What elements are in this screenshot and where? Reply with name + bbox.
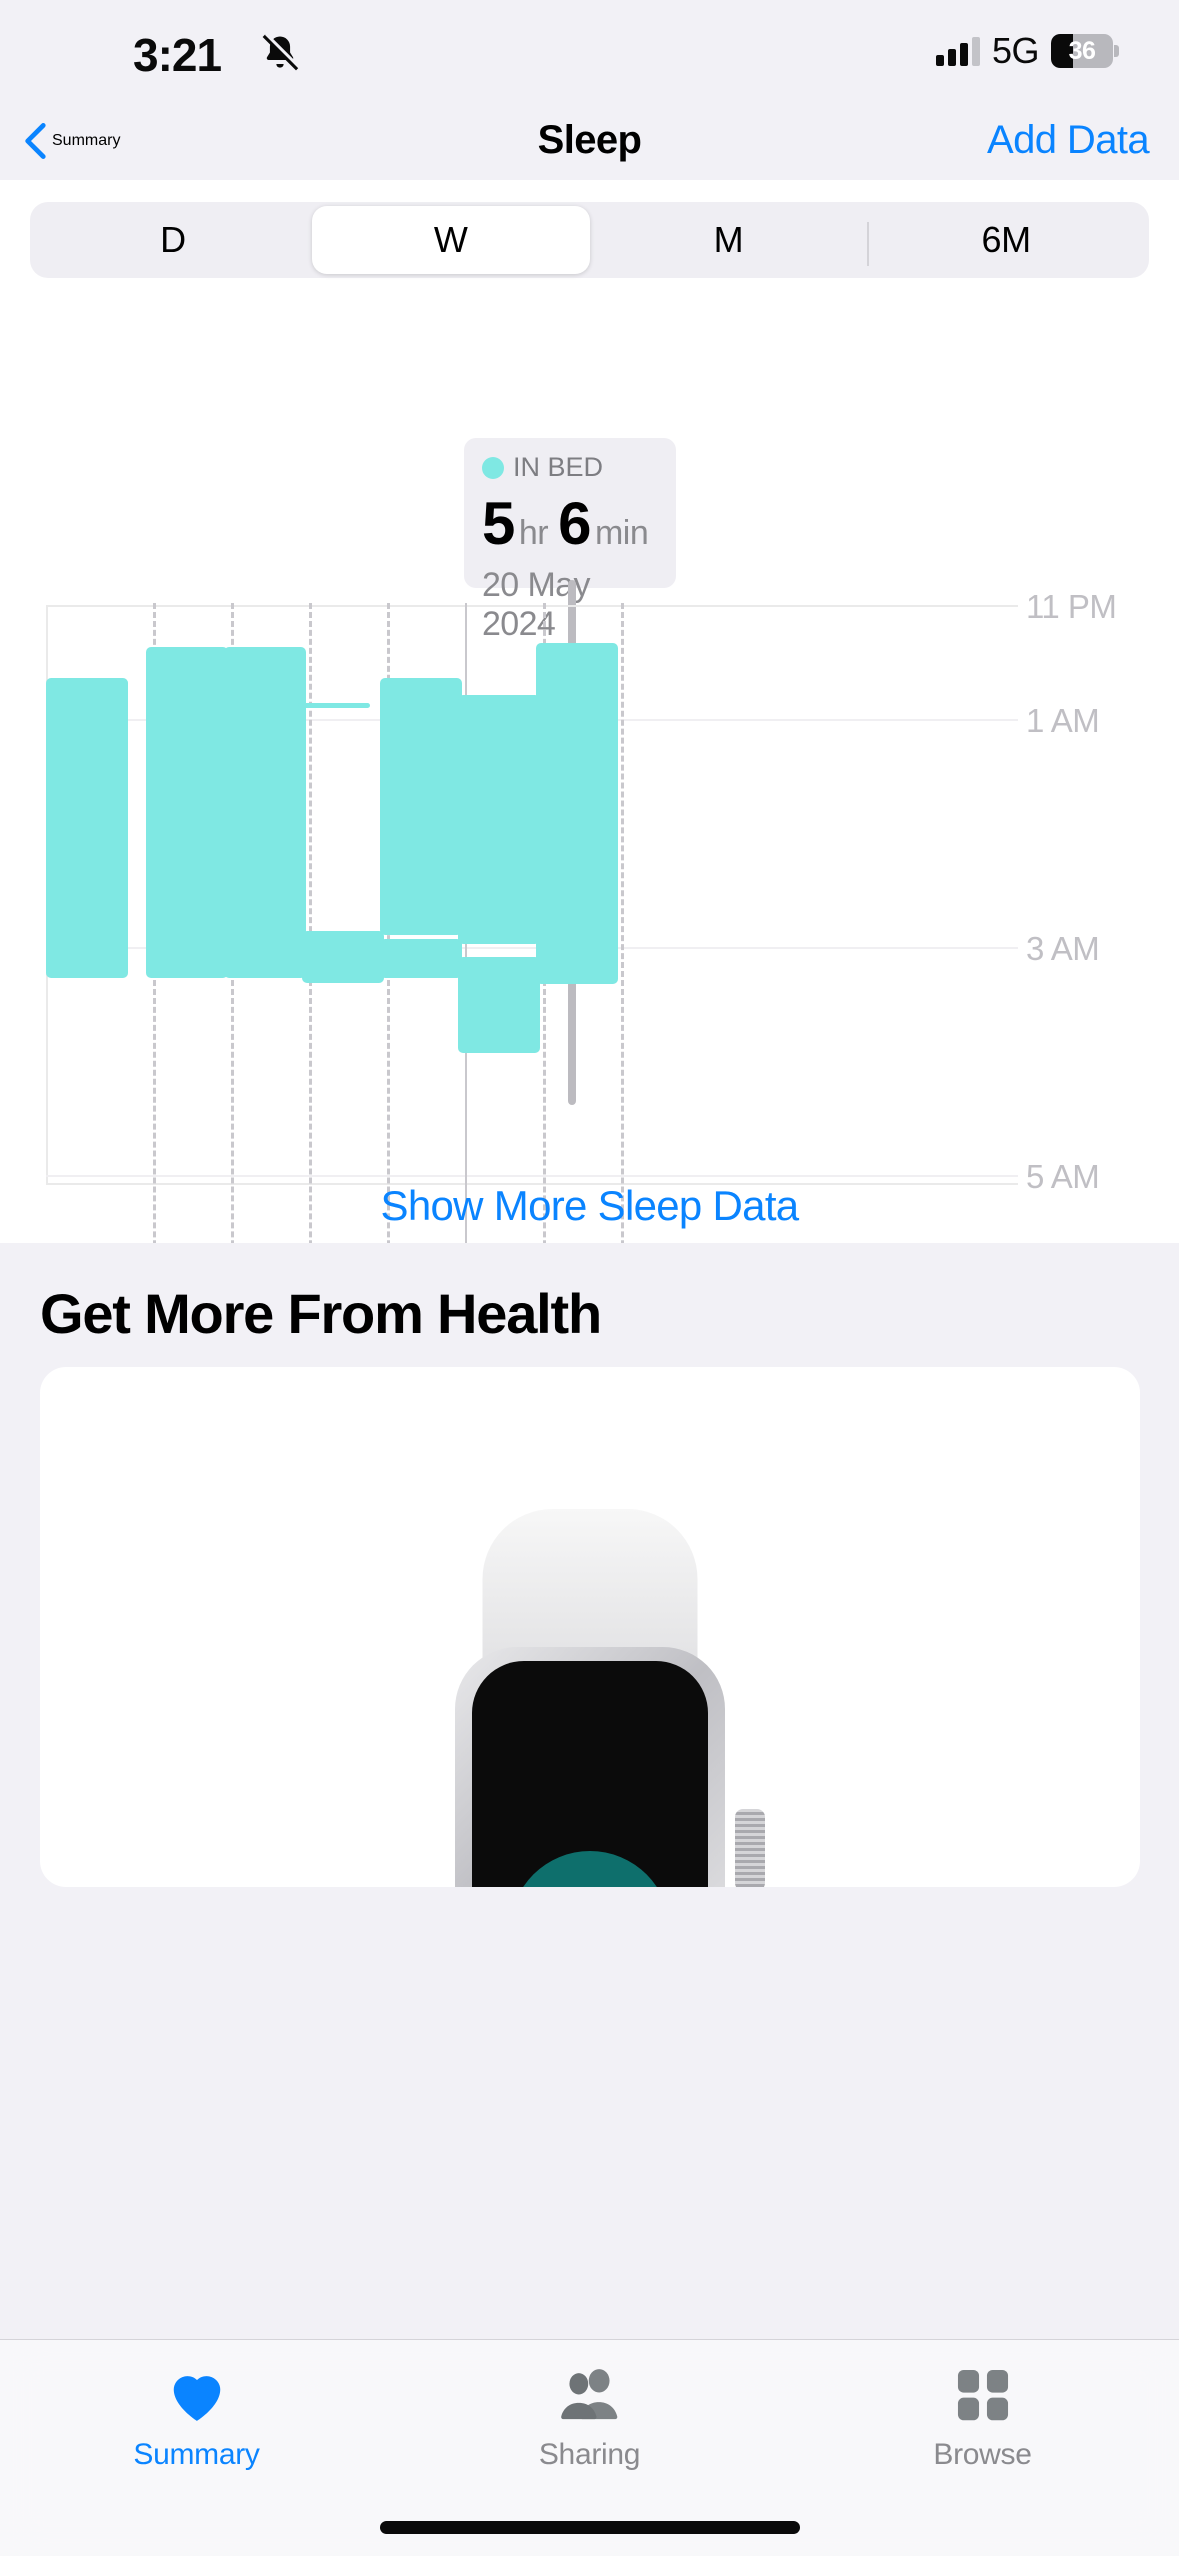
watch-screen-graphic — [510, 1851, 670, 1887]
tab-summary[interactable]: Summary — [0, 2362, 393, 2492]
battery-percent-label: 36 — [1068, 36, 1096, 65]
status-bar-time: 3:21 — [133, 29, 222, 81]
section-heading: Get More From Health — [40, 1282, 602, 1345]
y-tick-label-1am: 1 AM — [1026, 702, 1100, 739]
watch-screen — [472, 1661, 708, 1887]
add-data-button[interactable]: Add Data — [987, 118, 1150, 163]
scroll-content: D W M 6M IN BED 5 hr 6 min 20 May 2024 1… — [0, 180, 1179, 2556]
bar-fri-segment-2[interactable] — [302, 931, 384, 983]
bar-sat-segment-2[interactable] — [380, 939, 462, 978]
bar-mon[interactable] — [536, 643, 618, 984]
grid-icon — [954, 2362, 1012, 2428]
tab-browse[interactable]: Browse — [786, 2362, 1179, 2492]
time-range-segmented-control[interactable]: D W M 6M — [30, 202, 1149, 278]
status-bar-indicators: 5G 36 — [935, 30, 1119, 72]
promo-card[interactable] — [40, 1367, 1140, 1887]
segment-six-month[interactable]: 6M — [867, 206, 1145, 274]
chart-plot-area[interactable] — [46, 603, 1018, 1363]
tab-bar: Summary Sharing Browse — [0, 2339, 1179, 2556]
status-bar: 3:21 5G 36 — [0, 0, 1179, 100]
network-type-label: 5G — [991, 30, 1040, 71]
sleep-chart[interactable]: 11 PM 1 AM 3 AM 5 AM 7 AM Tue Wed Thu Fr… — [0, 420, 1179, 1464]
bar-sun-segment-1[interactable] — [458, 695, 540, 944]
tab-sharing-label: Sharing — [538, 2438, 641, 2471]
bar-sun-segment-2[interactable] — [458, 957, 540, 1053]
segment-week[interactable]: W — [311, 206, 590, 274]
tab-summary-label: Summary — [133, 2438, 260, 2471]
tab-sharing[interactable]: Sharing — [393, 2362, 786, 2492]
bar-fri-segment-1[interactable] — [298, 703, 370, 708]
bar-sat-segment-1[interactable] — [380, 678, 462, 935]
home-indicator — [379, 2521, 800, 2534]
bar-tue[interactable] — [46, 678, 128, 978]
bar-wed[interactable] — [146, 647, 228, 978]
bell-slash-icon — [262, 32, 301, 71]
heart-icon — [166, 2362, 228, 2428]
bar-thu[interactable] — [224, 647, 306, 978]
tab-browse-label: Browse — [933, 2438, 1032, 2471]
watch-digital-crown — [735, 1809, 765, 1887]
battery-icon: 36 — [1051, 34, 1119, 68]
cellular-signal-icon — [935, 36, 980, 66]
people-icon — [557, 2362, 623, 2428]
navigation-bar: Summary Sleep Add Data — [0, 100, 1179, 180]
y-tick-label-3am: 3 AM — [1026, 930, 1100, 967]
show-more-sleep-data-link[interactable]: Show More Sleep Data — [0, 1182, 1179, 1230]
segment-day[interactable]: D — [34, 206, 312, 274]
gridline-5am — [46, 1175, 1018, 1177]
y-tick-label-11pm: 11 PM — [1026, 588, 1117, 625]
watch-band — [482, 1509, 698, 1669]
segment-month[interactable]: M — [590, 206, 868, 274]
